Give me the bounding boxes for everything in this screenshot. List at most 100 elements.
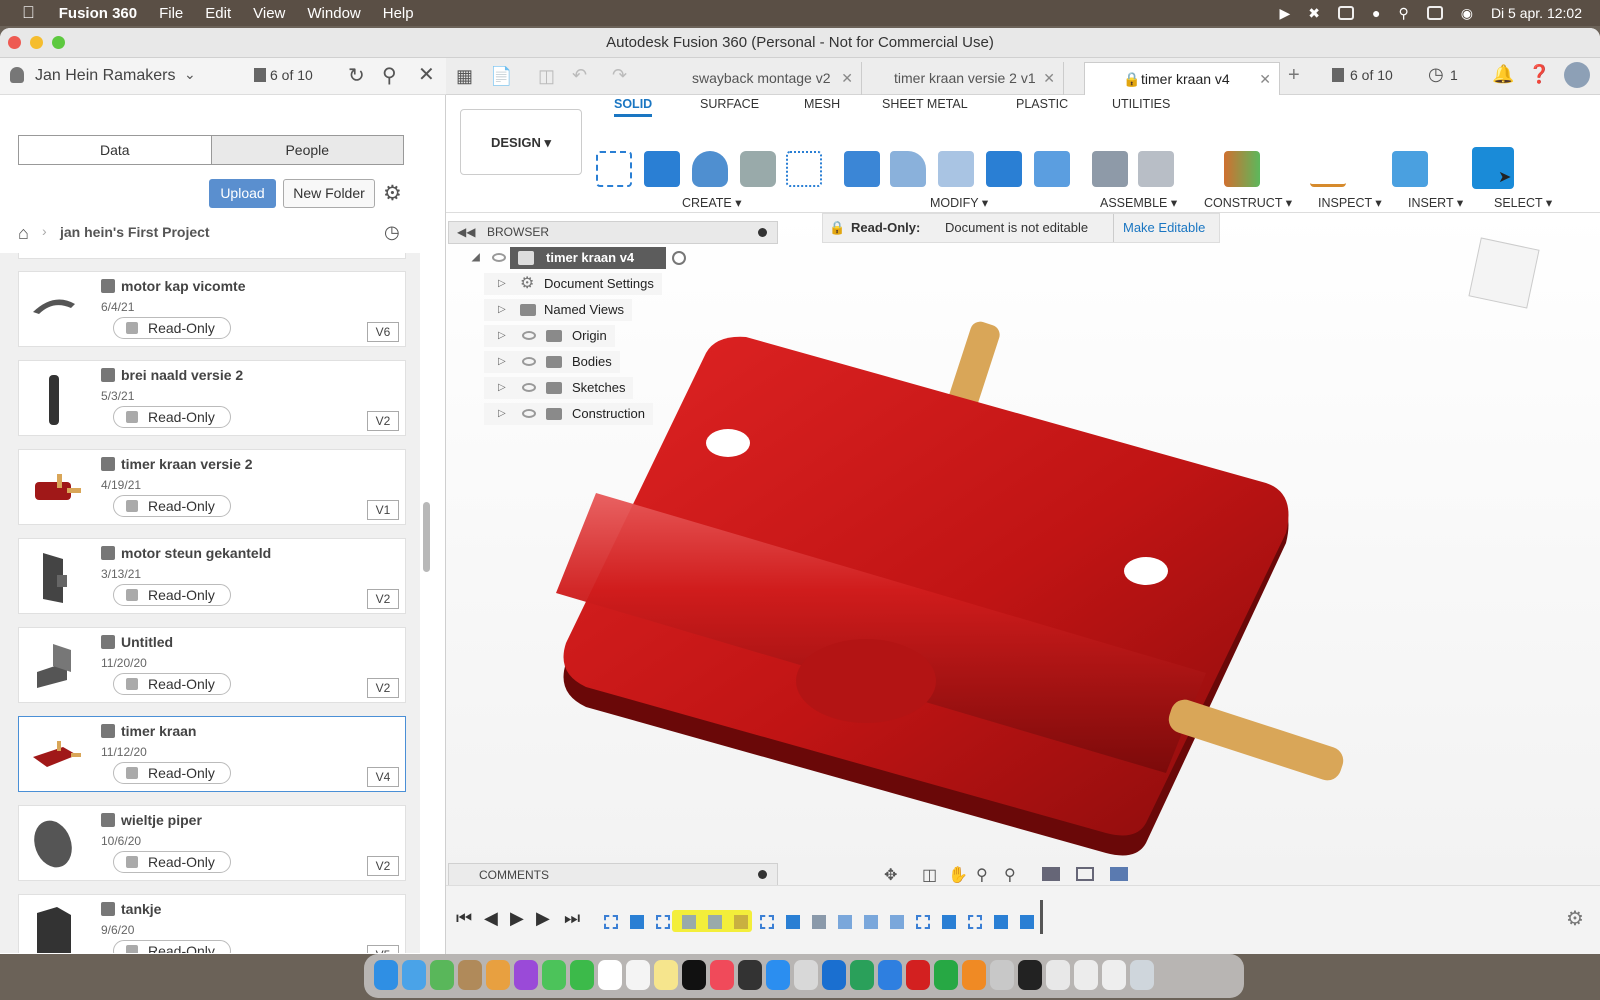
mail-icon[interactable] (402, 960, 426, 990)
tab-people[interactable]: People (210, 136, 403, 164)
timeline-feature-sketch[interactable] (968, 915, 982, 929)
list-item[interactable]: wieltje piper 10/6/20 Read-Only V2 (18, 805, 406, 881)
file-name[interactable]: Untitled (121, 634, 173, 650)
file-name[interactable]: tankje (121, 901, 161, 917)
eye-hidden-icon[interactable] (522, 331, 536, 340)
step-back-icon[interactable]: ◀ (484, 908, 498, 929)
insert-menu[interactable]: INSERT ▾ (1408, 195, 1463, 210)
clock[interactable]: Di 5 apr. 12:02 (1491, 5, 1582, 21)
new-tab-icon[interactable]: + (1288, 64, 1300, 87)
read-only-dropdown[interactable]: Read-Only (113, 851, 231, 873)
node-document-settings[interactable]: ▷ ⚙ Document Settings (484, 273, 662, 295)
tab-data[interactable]: Data (19, 136, 211, 164)
play-icon[interactable]: ▶ (510, 908, 524, 929)
notes-icon[interactable] (654, 960, 678, 990)
messages-icon[interactable] (542, 960, 566, 990)
view-cube[interactable] (1468, 237, 1540, 309)
accessibility-icon[interactable] (738, 960, 762, 990)
job-status-icon[interactable] (1332, 68, 1344, 82)
tab-timer-kraan-v4[interactable]: 🔒 timer kraan v4 ✕ (1084, 62, 1280, 95)
look-at-icon[interactable]: ◫ (922, 865, 937, 885)
contacts-icon[interactable] (458, 960, 482, 990)
tab-swayback-montage[interactable]: swayback montage v2 ✕ (662, 62, 862, 95)
finder-icon[interactable] (374, 960, 398, 990)
trash-icon[interactable] (1130, 960, 1154, 990)
browser-panel-header[interactable]: ◀◀ BROWSER (448, 221, 778, 244)
timeline-feature-extrude[interactable] (942, 915, 956, 929)
grid-apps-icon[interactable]: ▦ (456, 66, 473, 87)
expand-arrow-icon[interactable]: ▷ (498, 403, 506, 425)
revolve-icon[interactable] (692, 151, 728, 187)
insert-image-icon[interactable] (1392, 151, 1428, 187)
version-badge[interactable]: V2 (367, 678, 399, 698)
bell-icon[interactable]: 🔔 (1492, 64, 1514, 85)
assemble-menu[interactable]: ASSEMBLE ▾ (1100, 195, 1177, 210)
node-bodies[interactable]: ▷ Bodies (484, 351, 620, 373)
zoom-icon[interactable]: ⚲ (976, 865, 988, 885)
help-icon[interactable]: ❓ (1528, 64, 1550, 85)
read-only-dropdown[interactable]: Read-Only (113, 940, 231, 953)
upload-button[interactable]: Upload (209, 179, 276, 208)
expand-arrow-icon[interactable]: ▷ (498, 299, 506, 321)
redo-icon[interactable]: ↷ (612, 65, 627, 86)
job-count[interactable]: 6 of 10 (270, 67, 313, 83)
list-item[interactable]: motor steun gekanteld 3/13/21 Read-Only … (18, 538, 406, 614)
create-menu[interactable]: CREATE ▾ (682, 195, 742, 210)
close-tab-icon[interactable]: ✕ (1043, 62, 1055, 95)
read-only-dropdown[interactable]: Read-Only (113, 762, 231, 784)
list-item[interactable]: timer kraan versie 2 4/19/21 Read-Only V… (18, 449, 406, 525)
pin-icon[interactable] (758, 870, 767, 879)
read-only-dropdown[interactable]: Read-Only (113, 673, 231, 695)
close-tab-icon[interactable]: ✕ (841, 62, 853, 95)
timeline-feature-fillet[interactable] (890, 915, 904, 929)
expand-arrow-icon[interactable]: ▷ (498, 377, 506, 399)
node-named-views[interactable]: ▷ Named Views (484, 299, 632, 321)
project-name[interactable]: jan hein's First Project (60, 224, 210, 240)
search-icon[interactable]: ⚲ (382, 63, 397, 88)
wifi-icon[interactable]: ● (1372, 5, 1380, 21)
make-editable-link[interactable]: Make Editable (1123, 214, 1205, 242)
expand-arrow-icon[interactable]: ▷ (498, 351, 506, 373)
list-item[interactable]: tankje 9/6/20 Read-Only V5 (18, 894, 406, 953)
combine-icon[interactable] (1034, 151, 1070, 187)
job-count[interactable]: 6 of 10 (1350, 67, 1393, 83)
search-icon[interactable]: ⚲ (1398, 5, 1408, 22)
zoom-window-button[interactable] (52, 36, 65, 49)
grid-settings-icon[interactable] (1076, 867, 1094, 881)
system-preferences-icon[interactable] (794, 960, 818, 990)
timeline-feature-extrude[interactable] (994, 915, 1008, 929)
browser-root-node[interactable]: ◢ timer kraan v4 (472, 247, 687, 269)
close-window-button[interactable] (8, 36, 21, 49)
control-center-icon[interactable] (1426, 6, 1443, 20)
timeline-feature-sketch[interactable] (916, 915, 930, 929)
list-item-partial[interactable] (18, 253, 406, 259)
expand-arrow-icon[interactable]: ◢ (472, 247, 480, 269)
timeline-feature-extrude[interactable] (1020, 915, 1034, 929)
read-only-dropdown[interactable]: Read-Only (113, 584, 231, 606)
tab-utilities[interactable]: UTILITIES (1112, 97, 1170, 111)
app-store-icon[interactable] (766, 960, 790, 990)
node-sketches[interactable]: ▷ Sketches (484, 377, 634, 399)
version-badge[interactable]: V2 (367, 856, 399, 876)
safari-icon[interactable] (878, 960, 902, 990)
undo-icon[interactable]: ↶ (572, 65, 587, 86)
timeline-feature-hole[interactable] (708, 915, 722, 929)
timeline-feature-fillet[interactable] (838, 915, 852, 929)
cura-icon[interactable] (822, 960, 846, 990)
tab-sheet-metal[interactable]: SHEET METAL (882, 97, 968, 111)
timeline-feature-sketch[interactable] (604, 915, 618, 929)
pin-icon[interactable] (758, 228, 767, 237)
close-tab-icon[interactable]: ✕ (1259, 63, 1271, 96)
read-only-dropdown[interactable]: Read-Only (113, 317, 231, 339)
chamfer-icon[interactable] (938, 151, 974, 187)
battery-icon[interactable] (1337, 6, 1354, 20)
construct-menu[interactable]: CONSTRUCT ▾ (1204, 195, 1292, 210)
sketch-icon[interactable] (596, 151, 632, 187)
offset-plane-icon[interactable] (1224, 151, 1260, 187)
sync-icon[interactable] (850, 960, 874, 990)
fusion-360-icon[interactable] (962, 960, 986, 990)
list-item[interactable]: motor kap vicomte 6/4/21 Read-Only V6 (18, 271, 406, 347)
new-folder-button[interactable]: New Folder (283, 179, 375, 208)
user-name[interactable]: Jan Hein Ramakers (35, 67, 176, 85)
file-name[interactable]: motor kap vicomte (121, 278, 245, 294)
